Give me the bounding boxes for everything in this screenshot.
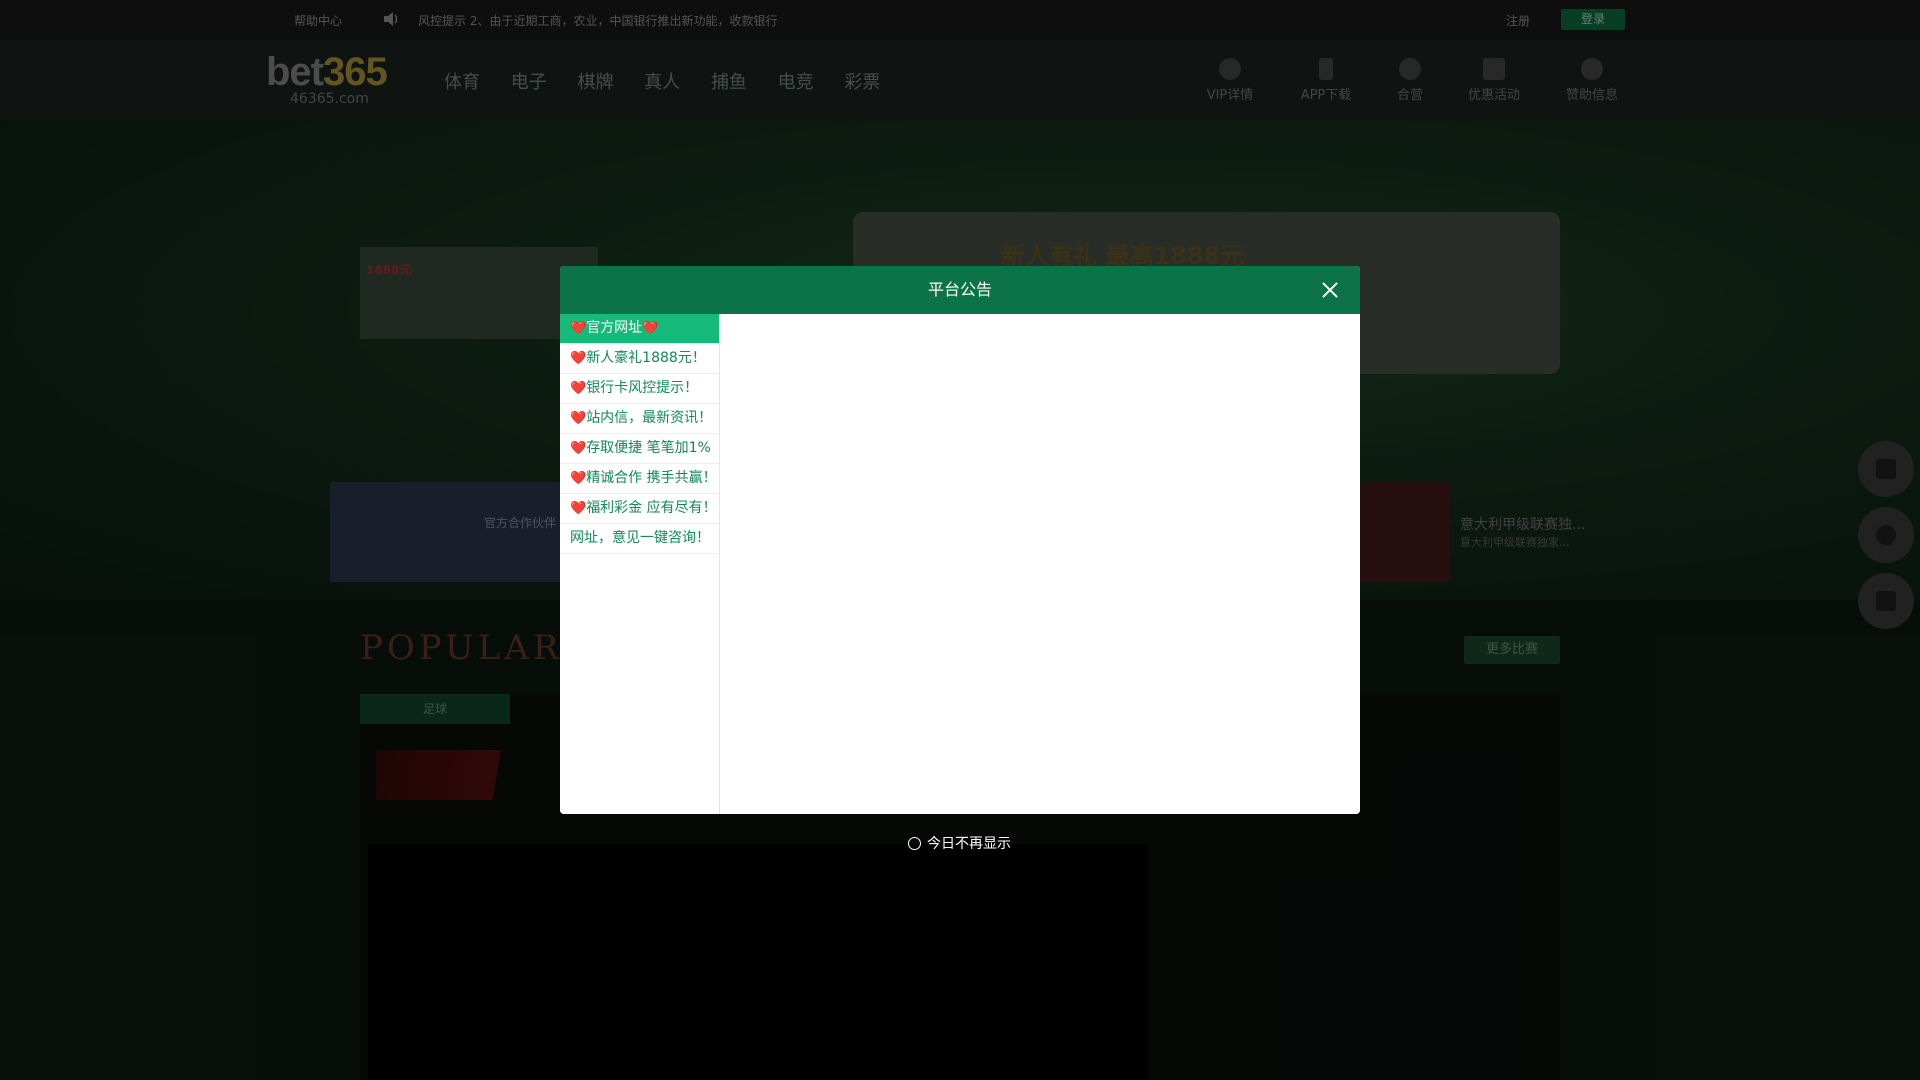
modal-header: 平台公告: [560, 266, 1360, 314]
announcement-item-feedback[interactable]: 网址，意见一键咨询！: [560, 524, 719, 554]
announcement-item-label: 站内信，最新资讯！: [586, 410, 713, 426]
announcement-item-deposit[interactable]: ❤️存取便捷 笔笔加1%: [560, 434, 719, 464]
announcement-item-label: 存取便捷 笔笔加1%: [586, 440, 711, 456]
heart-icon: ❤️: [570, 441, 587, 456]
radio-icon[interactable]: [908, 836, 921, 850]
heart-icon: ❤️: [570, 321, 587, 336]
announcement-item-official-site[interactable]: ❤️官方网址❤️: [560, 314, 719, 344]
heart-icon: ❤️: [642, 321, 659, 336]
heart-icon: ❤️: [570, 381, 587, 396]
announcement-item-label: 网址，意见一键咨询！: [570, 530, 710, 546]
announcement-item-cooperation[interactable]: ❤️精诚合作 携手共赢！: [560, 464, 719, 494]
announcement-item-inbox[interactable]: ❤️站内信，最新资讯！: [560, 404, 719, 434]
announcement-list: ❤️官方网址❤️ ❤️新人豪礼1888元！ ❤️银行卡风控提示！ ❤️站内信，最…: [560, 314, 720, 814]
announcement-modal: 平台公告 ❤️官方网址❤️ ❤️新人豪礼1888元！ ❤️银行卡风控提示！ ❤️…: [560, 266, 1360, 814]
dont-show-today-label: 今日不再显示: [927, 836, 1011, 852]
modal-title: 平台公告: [927, 280, 992, 299]
heart-icon: ❤️: [570, 471, 587, 486]
heart-icon: ❤️: [570, 411, 587, 426]
announcement-item-label: 精诚合作 携手共赢！: [586, 470, 717, 486]
announcement-item-label: 福利彩金 应有尽有！: [586, 500, 717, 516]
close-icon[interactable]: [1318, 278, 1342, 302]
announcement-item-label: 官方网址: [586, 320, 643, 336]
announcement-item-label: 银行卡风控提示！: [586, 380, 699, 396]
announcement-item-bonus[interactable]: ❤️福利彩金 应有尽有！: [560, 494, 719, 524]
announcement-item-bank-risk[interactable]: ❤️银行卡风控提示！: [560, 374, 719, 404]
announcement-item-label: 新人豪礼1888元！: [586, 350, 706, 366]
dont-show-today-toggle[interactable]: 今日不再显示: [908, 833, 1011, 853]
heart-icon: ❤️: [570, 501, 587, 516]
announcement-item-new-user-bonus[interactable]: ❤️新人豪礼1888元！: [560, 344, 719, 374]
heart-icon: ❤️: [570, 351, 587, 366]
announcement-content: [720, 314, 1360, 814]
